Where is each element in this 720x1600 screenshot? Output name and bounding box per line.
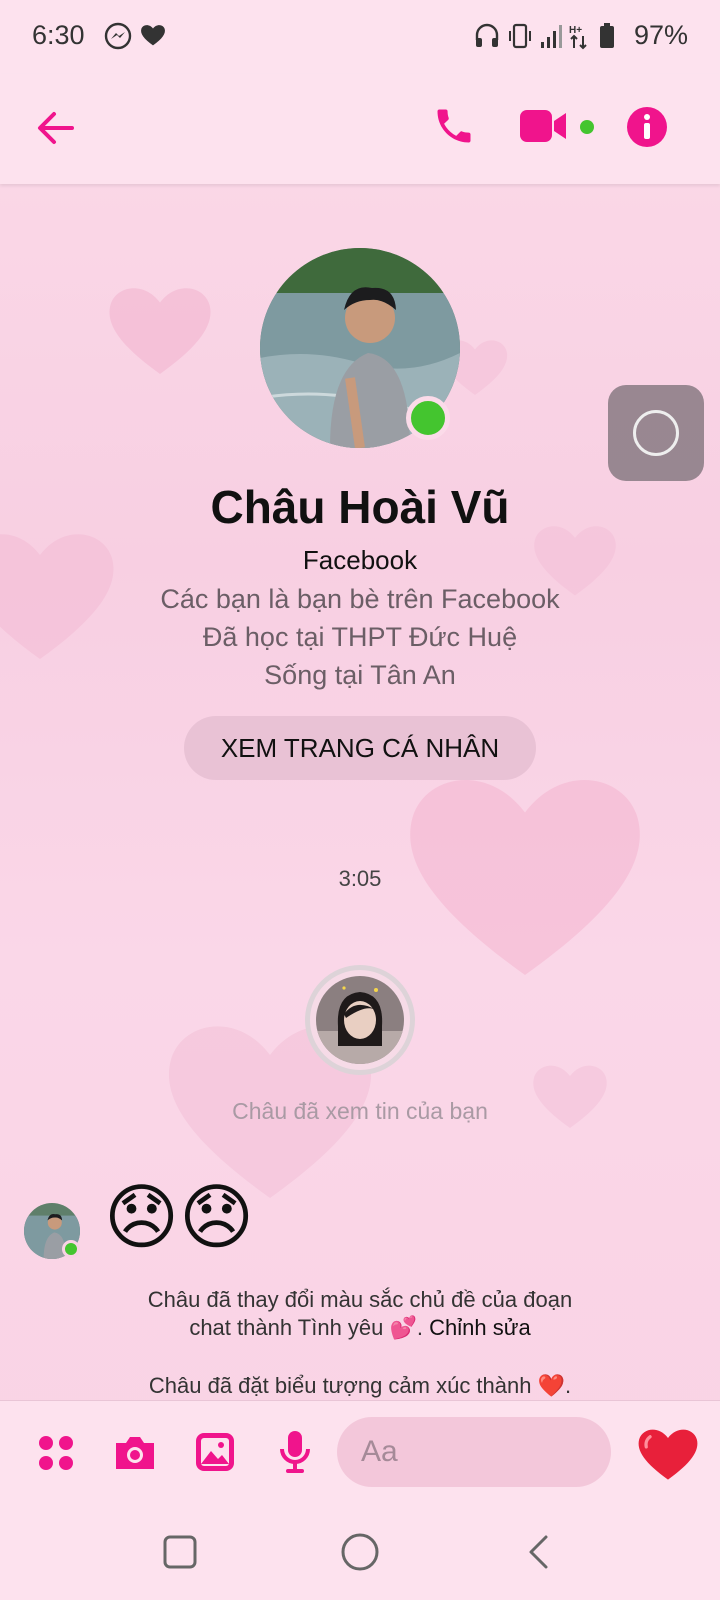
data-arrows-icon: H+ [568,22,590,55]
vibrate-icon [506,22,534,55]
system-message-emoji: Châu đã đặt biểu tượng cảm xúc thành ❤️. [148,1373,572,1398]
svg-text:H+: H+ [569,25,582,36]
system-message-theme-line2: chat thành Tình yêu 💕. Chỉnh sửa [0,1314,720,1342]
battery-percent: 97% [634,20,689,50]
view-profile-button[interactable]: XEM TRANG CÁ NHÂN [184,716,536,780]
apps-grid-icon[interactable] [36,1433,76,1478]
back-icon[interactable] [526,1534,552,1575]
profile-school-line: Đã học tại THPT Đức Huệ [202,622,518,652]
chat-header [0,74,720,184]
edit-theme-link[interactable]: Chỉnh sửa [429,1315,531,1340]
signal-icon [540,22,564,55]
gallery-icon[interactable] [194,1431,236,1478]
profile-name: Châu Hoài Vũ [210,481,510,533]
heart-icon [140,22,166,53]
floating-capture-button[interactable] [608,385,704,481]
status-time: 6:30 [32,20,85,50]
info-icon[interactable] [626,106,668,153]
recents-icon[interactable] [162,1534,198,1575]
back-arrow-icon[interactable] [34,106,78,155]
profile-friends-line: Các bạn là bạn bè trên Facebook [160,584,560,614]
story-seen-caption: Châu đã xem tin của bạn [232,1098,488,1124]
sender-online-dot [62,1240,80,1258]
system-nav-bar [0,1510,720,1600]
emoji-message[interactable]: 😞😞 [104,1178,254,1258]
headphones-icon [474,22,500,55]
system-message-theme-suffix: chat thành Tình yêu 💕. [189,1315,423,1340]
system-message-theme: Châu đã thay đổi màu sắc chủ đề của đoạn… [0,1286,720,1342]
system-message-theme-line1: Châu đã thay đổi màu sắc chủ đề của đoạn [147,1287,573,1312]
microphone-icon[interactable] [278,1429,312,1482]
profile-location-line: Sống tại Tân An [264,660,456,690]
battery-icon [598,22,616,55]
story-avatar[interactable] [316,976,404,1064]
phone-icon[interactable] [432,104,476,153]
status-bar: 6:30 H+ 97% [0,0,720,74]
video-active-indicator [580,120,594,134]
video-camera-icon[interactable] [520,108,570,149]
message-input[interactable] [337,1417,611,1487]
background-heart [105,280,215,380]
record-circle-icon [633,410,679,456]
online-status-dot [406,396,450,440]
camera-icon[interactable] [112,1433,158,1478]
messenger-icon [104,22,132,55]
profile-source: Facebook [302,545,418,575]
message-timestamp: 3:05 [338,866,382,891]
heart-send-icon[interactable] [636,1425,700,1488]
home-icon[interactable] [340,1532,380,1577]
